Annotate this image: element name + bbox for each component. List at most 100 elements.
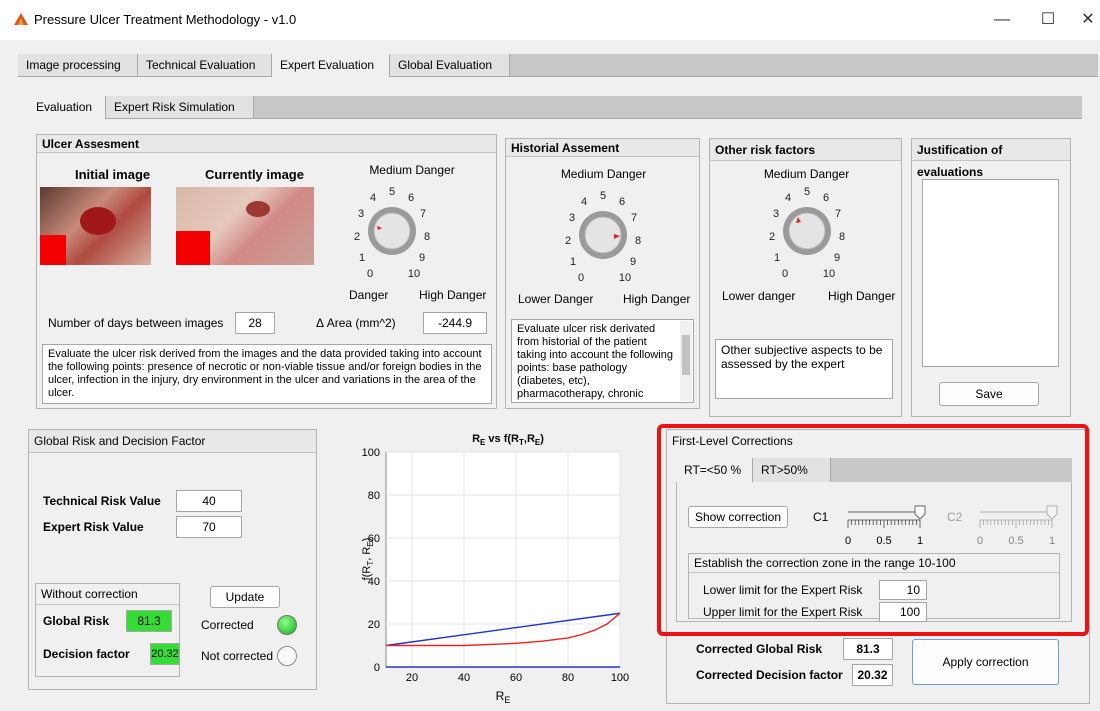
x-axis-label: RE bbox=[496, 689, 511, 705]
scrollbar-thumb[interactable] bbox=[682, 335, 690, 375]
svg-text:5: 5 bbox=[389, 186, 395, 198]
svg-text:8: 8 bbox=[839, 231, 845, 243]
panel-title: Justification of evaluations bbox=[912, 139, 1070, 179]
minimize-button[interactable]: — bbox=[990, 9, 1014, 31]
svg-text:9: 9 bbox=[419, 252, 425, 264]
historial-description-text: Evaluate ulcer risk derivated from histo… bbox=[517, 323, 673, 400]
dial-title: Medium Danger bbox=[560, 167, 647, 181]
svg-text:3: 3 bbox=[773, 208, 779, 220]
maximize-button[interactable]: ☐ bbox=[1036, 9, 1060, 31]
global-risk-label: Global Risk bbox=[43, 614, 110, 628]
days-field[interactable]: 28 bbox=[235, 312, 275, 334]
justification-textarea[interactable] bbox=[922, 179, 1059, 367]
tab-global-evaluation[interactable]: Global Evaluation bbox=[390, 54, 510, 76]
global-risk-panel: Global Risk and Decision Factor Technica… bbox=[28, 429, 317, 690]
svg-text:5: 5 bbox=[804, 186, 810, 198]
decision-factor-value: 20.32 bbox=[150, 643, 180, 665]
sub-tab-bar: Evaluation Expert Risk Simulation bbox=[28, 96, 1082, 119]
not-corrected-radio[interactable] bbox=[277, 646, 297, 666]
panel-title: Historial Assement bbox=[506, 139, 699, 157]
corrected-label: Corrected bbox=[201, 618, 254, 632]
marker-square bbox=[40, 235, 66, 265]
group-title: Without correction bbox=[36, 584, 179, 605]
corrected-decision-factor-value: 20.32 bbox=[852, 664, 893, 686]
tab-expert-risk-simulation[interactable]: Expert Risk Simulation bbox=[106, 96, 254, 118]
svg-text:6: 6 bbox=[823, 192, 829, 204]
historial-assessment-panel: Historial Assement Medium Danger 0 1 2 3… bbox=[505, 138, 700, 409]
area-field[interactable]: -244.9 bbox=[423, 312, 487, 334]
dial-high-label: High Danger bbox=[828, 289, 896, 303]
description-scrollbar[interactable] bbox=[680, 321, 692, 401]
historial-dial-knob[interactable]: 0 1 2 3 4 5 6 7 8 9 10 bbox=[548, 183, 658, 283]
other-risk-panel: Other risk factors Medium Danger 0 1 2 3… bbox=[709, 138, 902, 417]
ulcer-assessment-panel: Ulcer Assesment Initial image Currently … bbox=[36, 134, 497, 409]
title-bar: Pressure Ulcer Treatment Methodology - v… bbox=[0, 0, 1100, 40]
svg-text:9: 9 bbox=[834, 252, 840, 264]
svg-text:6: 6 bbox=[619, 196, 625, 208]
svg-text:2: 2 bbox=[565, 235, 571, 247]
dial-high-label: High Danger bbox=[419, 288, 487, 302]
svg-text:8: 8 bbox=[635, 235, 641, 247]
svg-text:8: 8 bbox=[424, 231, 430, 243]
svg-text:1: 1 bbox=[570, 256, 576, 268]
svg-text:0: 0 bbox=[367, 268, 373, 279]
apply-correction-button[interactable]: Apply correction bbox=[912, 639, 1059, 685]
svg-text:1: 1 bbox=[774, 252, 780, 264]
initial-image-label: Initial image bbox=[75, 167, 151, 182]
x-tick-label: 20 bbox=[406, 672, 418, 684]
chart-title: RE vs f(RT,RE) bbox=[472, 433, 544, 447]
y-tick-label: 20 bbox=[368, 619, 380, 631]
tab-image-processing[interactable]: Image processing bbox=[18, 54, 138, 76]
re-vs-f-chart: RE vs f(RT,RE) 20 40 60 80 100020406080100 R… bbox=[361, 433, 629, 705]
expert-risk-label: Expert Risk Value bbox=[43, 520, 144, 534]
not-corrected-label: Not corrected bbox=[201, 649, 274, 663]
svg-text:10: 10 bbox=[823, 268, 835, 279]
window-title: Pressure Ulcer Treatment Methodology - v… bbox=[34, 12, 297, 27]
justification-panel: Justification of evaluations Save bbox=[911, 138, 1071, 417]
ulcer-description: Evaluate the ulcer risk derived from the… bbox=[42, 344, 492, 404]
svg-text:7: 7 bbox=[420, 208, 426, 220]
days-label: Number of days between images bbox=[48, 316, 224, 330]
without-correction-group: Without correction Global Risk 81.3 Deci… bbox=[35, 583, 180, 677]
y-tick-label: 0 bbox=[374, 662, 380, 674]
tab-expert-evaluation[interactable]: Expert Evaluation bbox=[272, 54, 390, 77]
svg-text:4: 4 bbox=[785, 192, 791, 204]
plot-area bbox=[385, 451, 621, 668]
panel-title: Ulcer Assesment bbox=[37, 135, 496, 153]
svg-text:2: 2 bbox=[769, 231, 775, 243]
tab-evaluation[interactable]: Evaluation bbox=[28, 96, 106, 119]
panel-title: Other risk factors bbox=[710, 139, 901, 161]
corrected-decision-factor-label: Corrected Decision factor bbox=[696, 668, 843, 682]
svg-text:4: 4 bbox=[581, 196, 587, 208]
other-risk-dial-knob[interactable]: 0 1 2 3 4 5 6 7 8 9 10 bbox=[752, 179, 862, 279]
y-tick-label: 80 bbox=[368, 490, 380, 502]
other-description: Other subjective aspects to be assessed … bbox=[715, 339, 893, 399]
svg-text:10: 10 bbox=[619, 272, 631, 283]
dial-low-label: Lower Danger bbox=[518, 292, 594, 306]
panel-title: Global Risk and Decision Factor bbox=[29, 430, 316, 453]
x-tick-label: 100 bbox=[611, 672, 629, 684]
tab-technical-evaluation[interactable]: Technical Evaluation bbox=[138, 54, 272, 76]
technical-risk-label: Technical Risk Value bbox=[43, 494, 161, 508]
technical-risk-field[interactable]: 40 bbox=[176, 490, 242, 512]
svg-text:9: 9 bbox=[630, 256, 636, 268]
y-axis-label: f(RT, RE) bbox=[361, 538, 375, 581]
dial-low-label: Danger bbox=[349, 288, 389, 302]
svg-text:6: 6 bbox=[408, 192, 414, 204]
svg-text:7: 7 bbox=[835, 208, 841, 220]
corrected-radio[interactable] bbox=[277, 615, 297, 635]
dial-title: Medium Danger bbox=[369, 163, 455, 177]
y-tick-label: 100 bbox=[362, 447, 380, 459]
svg-text:10: 10 bbox=[408, 268, 420, 279]
decision-factor-label: Decision factor bbox=[43, 647, 130, 661]
save-button[interactable]: Save bbox=[939, 382, 1039, 406]
svg-text:2: 2 bbox=[354, 231, 360, 243]
svg-text:1: 1 bbox=[359, 252, 365, 264]
close-button[interactable]: ✕ bbox=[1076, 9, 1100, 31]
danger-dial-knob[interactable]: 0 1 2 3 4 5 6 7 8 9 10 bbox=[337, 179, 447, 279]
current-ulcer-image bbox=[176, 187, 314, 265]
update-button[interactable]: Update bbox=[210, 586, 280, 608]
corrected-global-risk-value: 81.3 bbox=[843, 638, 893, 660]
expert-risk-field[interactable]: 70 bbox=[176, 516, 242, 538]
global-risk-value: 81.3 bbox=[126, 610, 172, 632]
